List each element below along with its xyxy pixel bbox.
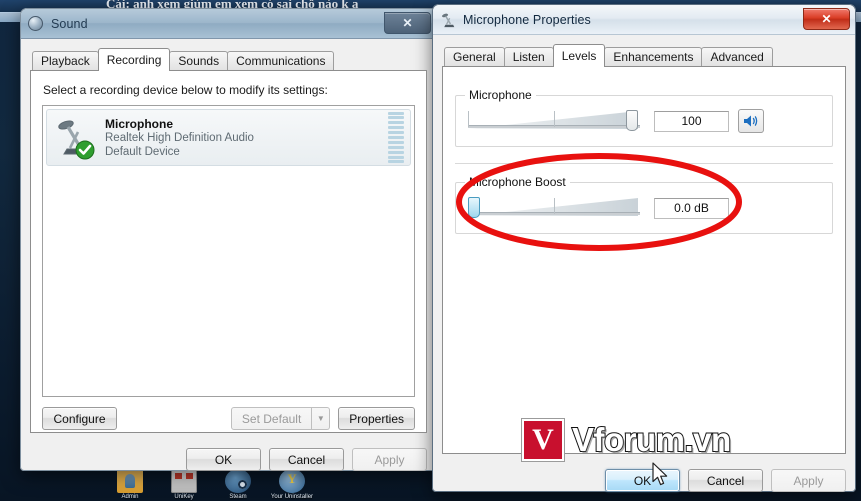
microphone-boost-value: 0.0 dB [654,197,729,219]
microphone-volume-slider[interactable] [466,108,644,134]
apply-button[interactable]: Apply [771,469,846,492]
vforum-logo-mark: V [522,419,564,461]
cancel-button[interactable]: Cancel [269,448,344,471]
vforum-logo-letter: V [532,423,554,456]
recording-hint: Select a recording device below to modif… [43,83,328,97]
vforum-logo-text: Vforum.vn [571,420,732,459]
speaker-icon [28,15,45,32]
device-status: Default Device [105,145,180,158]
list-item[interactable]: Microphone Realtek High Definition Audio… [46,109,411,166]
apply-button[interactable]: Apply [352,448,427,471]
microphone-properties-dialog: Microphone Properties ✕ General Listen L… [432,4,856,492]
tab-listen[interactable]: Listen [503,47,554,66]
sound-dialog-title: Sound [51,16,88,31]
properties-tab-strip: General Listen Levels Enhancements Advan… [442,44,846,67]
tab-enhancements[interactable]: Enhancements [604,47,703,66]
cancel-button[interactable]: Cancel [688,469,763,492]
slider-thumb[interactable] [626,110,638,131]
sound-dialog: Sound ✕ Playback Recording Sounds Commun… [20,8,437,471]
desktop-icon-label: Admin [121,494,139,500]
microphone-icon [53,116,97,160]
properties-dialog-title: Microphone Properties [463,12,591,27]
speaker-on-icon[interactable] [738,109,764,133]
recording-device-list[interactable]: Microphone Realtek High Definition Audio… [42,105,415,397]
tab-general[interactable]: General [444,47,505,66]
desktop-icon-label: Your Uninstaller [270,494,314,500]
recording-tab-panel: Select a recording device below to modif… [30,70,427,433]
microphone-group-label: Microphone [465,88,536,102]
sound-dialog-titlebar[interactable]: Sound ✕ [21,9,436,39]
device-name: Microphone [105,116,173,131]
slider-tick [554,198,555,214]
set-default-button[interactable]: Set Default [230,407,313,430]
properties-dialog-titlebar[interactable]: Microphone Properties ✕ [433,5,855,35]
recording-button-row: Configure Set Default ▼ Properties [42,407,415,430]
close-icon[interactable]: ✕ [803,8,850,30]
arrow-cursor [652,462,668,486]
tab-sounds[interactable]: Sounds [169,51,229,70]
tab-levels[interactable]: Levels [552,44,606,67]
tab-advanced[interactable]: Advanced [701,47,773,66]
configure-button[interactable]: Configure [42,407,117,430]
microphone-icon [440,12,457,29]
properties-dialog-footer: OK Cancel Apply [442,469,846,492]
tab-recording[interactable]: Recording [97,48,171,71]
properties-button[interactable]: Properties [338,407,415,430]
level-meter [388,111,404,164]
vforum-watermark: V Vforum.vn [522,419,732,461]
device-driver: Realtek High Definition Audio [105,131,254,144]
section-divider [455,163,833,164]
desktop-background: Cái: anh xem giùm em xem có sai chỗ nào … [0,0,861,501]
close-icon[interactable]: ✕ [384,12,431,34]
tab-communications[interactable]: Communications [227,51,335,70]
slider-thumb[interactable] [468,197,480,218]
sound-tab-strip: Playback Recording Sounds Communications [30,48,427,71]
microphone-boost-slider[interactable] [466,195,644,221]
levels-tab-panel: Microphone 100 Microphone Boost 0.0 dB V… [442,66,846,461]
desktop-icon-label: Steam [229,494,247,500]
chevron-down-icon[interactable]: ▼ [312,407,331,430]
microphone-volume-group: Microphone 100 [455,88,833,147]
tab-playback[interactable]: Playback [32,51,99,70]
slider-tick [468,111,469,127]
microphone-boost-group: Microphone Boost 0.0 dB [455,175,833,234]
sound-dialog-footer: OK Cancel Apply [30,448,427,471]
set-default-split-button[interactable]: Set Default ▼ [230,407,331,430]
desktop-icon-label: UniKey [174,494,194,500]
slider-tick [554,111,555,127]
microphone-boost-group-label: Microphone Boost [465,175,570,189]
ok-button[interactable]: OK [186,448,261,471]
microphone-volume-value: 100 [654,110,729,132]
